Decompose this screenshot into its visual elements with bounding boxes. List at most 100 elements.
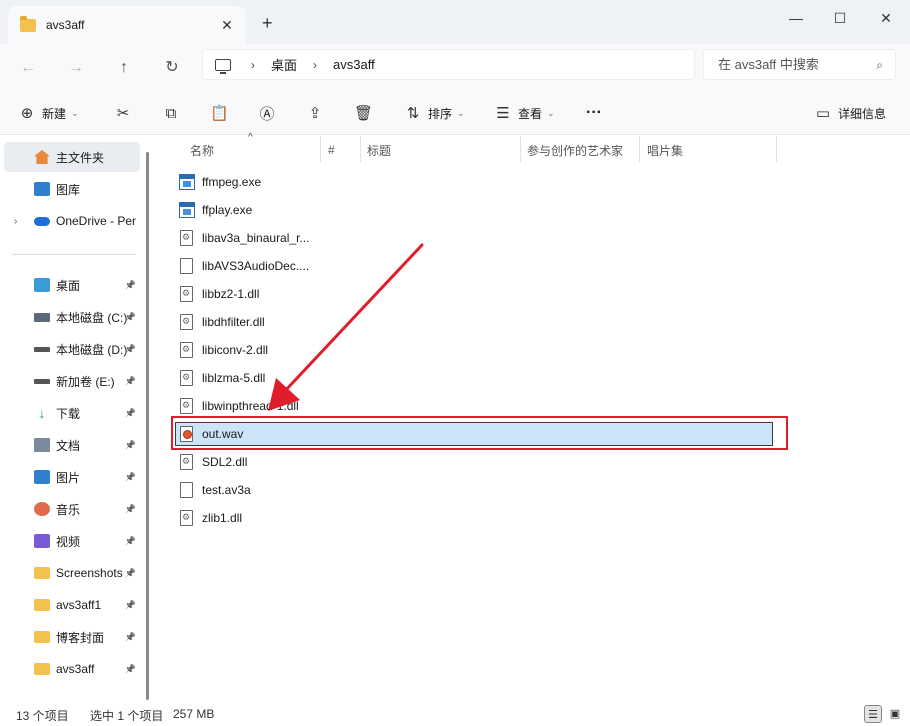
- sort-ascending-icon: ^: [248, 132, 253, 143]
- sidebar-item-label: 本地磁盘 (D:): [56, 342, 128, 357]
- file-name: ffplay.exe: [202, 203, 253, 217]
- file-icon: [180, 258, 193, 274]
- rename-button[interactable]: Ⓐ: [258, 102, 282, 124]
- details-pane-icon: ▭: [815, 105, 831, 122]
- chevron-down-icon: ⌄: [71, 107, 79, 118]
- sidebar-item[interactable]: 本地磁盘 (D:) 📌: [4, 334, 140, 364]
- file-row[interactable]: zlib1.dll: [176, 506, 242, 530]
- sidebar-item[interactable]: avs3aff1 📌: [4, 590, 140, 620]
- cut-button[interactable]: ✂: [114, 102, 138, 124]
- sidebar-item[interactable]: 文档 📌: [4, 430, 140, 460]
- column-divider[interactable]: [320, 136, 321, 162]
- new-button[interactable]: ⊕ 新建 ⌄: [18, 102, 79, 124]
- video-icon: [34, 534, 50, 548]
- sidebar-scrollbar[interactable]: [146, 152, 149, 700]
- column-header-title[interactable]: 标题: [367, 136, 391, 164]
- sidebar-item[interactable]: 主文件夹: [4, 142, 140, 172]
- search-box[interactable]: ⌕: [703, 49, 896, 80]
- column-divider[interactable]: [520, 136, 521, 162]
- breadcrumb[interactable]: › 桌面 › avs3aff: [202, 49, 695, 80]
- sidebar-item[interactable]: 音乐 📌: [4, 494, 140, 524]
- file-name: zlib1.dll: [202, 511, 243, 525]
- paste-button[interactable]: 📋: [210, 102, 234, 124]
- sidebar-item-label: 图库: [56, 182, 81, 197]
- more-button[interactable]: ···: [586, 102, 602, 124]
- sidebar-item-label: 主文件夹: [56, 150, 105, 165]
- delete-button[interactable]: 🗑: [354, 102, 378, 124]
- sidebar-item-label: 桌面: [56, 278, 81, 293]
- file-row[interactable]: libiconv-2.dll: [176, 338, 268, 362]
- file-row[interactable]: liblzma-5.dll: [176, 366, 265, 390]
- file-row[interactable]: libav3a_binaural_r...: [176, 226, 309, 250]
- view-button[interactable]: ☰ 查看 ⌄: [494, 102, 554, 124]
- share-button[interactable]: ⇪: [306, 102, 330, 124]
- sidebar-item[interactable]: › OneDrive - Per: [4, 206, 140, 236]
- breadcrumb-desktop[interactable]: 桌面: [271, 55, 297, 74]
- sidebar-item[interactable]: 图库: [4, 174, 140, 204]
- details-button[interactable]: ▭ 详细信息: [814, 102, 886, 124]
- up-button[interactable]: ↑: [112, 56, 136, 80]
- file-name: libav3a_binaural_r...: [202, 231, 310, 245]
- file-row[interactable]: libbz2-1.dll: [176, 282, 259, 306]
- file-row[interactable]: SDL2.dll: [176, 450, 247, 474]
- sidebar-item[interactable]: 新加卷 (E:) 📌: [4, 366, 140, 396]
- tab-title: avs3aff: [46, 18, 85, 32]
- column-divider[interactable]: [639, 136, 640, 162]
- breadcrumb-avs3aff[interactable]: avs3aff: [333, 57, 375, 72]
- file-row[interactable]: test.av3a: [176, 478, 251, 502]
- view-icon: ☰: [496, 105, 510, 122]
- file-row[interactable]: ffplay.exe: [176, 198, 252, 222]
- folder-icon: [34, 599, 50, 611]
- file-row[interactable]: libwinpthread-1.dll: [176, 394, 299, 418]
- sidebar-item[interactable]: Screenshots 📌: [4, 558, 140, 588]
- new-tab-button[interactable]: +: [262, 14, 273, 32]
- sidebar-item[interactable]: 图片 📌: [4, 462, 140, 492]
- item-count: 13 个项目: [16, 709, 69, 723]
- file-name: test.av3a: [202, 483, 251, 497]
- pin-icon: 📌: [124, 311, 136, 322]
- dll-file-icon: [180, 342, 193, 358]
- search-input[interactable]: [718, 57, 868, 72]
- maximize-button[interactable]: ☐: [828, 8, 852, 28]
- column-header-number[interactable]: #: [328, 136, 335, 164]
- tiles-view-button[interactable]: ▣: [886, 705, 904, 723]
- column-divider[interactable]: [360, 136, 361, 162]
- tab-close-button[interactable]: ✕: [218, 16, 236, 34]
- computer-icon: [215, 58, 231, 74]
- scissors-icon: ✂: [116, 105, 130, 122]
- back-button[interactable]: ←: [16, 56, 40, 80]
- sort-button[interactable]: ⇅ 排序 ⌄: [404, 102, 465, 124]
- sidebar-item[interactable]: 视频 📌: [4, 526, 140, 556]
- file-row[interactable]: ffmpeg.exe: [176, 170, 261, 194]
- column-divider[interactable]: [776, 136, 777, 162]
- file-row[interactable]: libdhfilter.dll: [176, 310, 265, 334]
- sidebar-item[interactable]: 博客封面 📌: [4, 622, 140, 652]
- pin-icon: 📌: [124, 439, 136, 450]
- chevron-right-icon[interactable]: ›: [313, 58, 317, 72]
- minimize-button[interactable]: —: [784, 8, 808, 28]
- refresh-button[interactable]: ↻: [160, 56, 184, 80]
- forward-button[interactable]: →: [64, 56, 88, 80]
- navigation-pane: 主文件夹 图库 › OneDrive - Per 桌面 📌 本地磁盘 (C:) 📌 本地磁盘 (…: [0, 136, 144, 702]
- copy-button[interactable]: ⧉: [162, 102, 186, 124]
- rename-icon: Ⓐ: [259, 105, 275, 123]
- sidebar-item[interactable]: ↓ 下载 📌: [4, 398, 140, 428]
- file-row[interactable]: libAVS3AudioDec....: [176, 254, 309, 278]
- chevron-right-icon[interactable]: ›: [251, 58, 255, 72]
- pin-icon: 📌: [124, 599, 136, 610]
- sidebar-item-label: 本地磁盘 (C:): [56, 310, 128, 325]
- column-header-album[interactable]: 唱片集: [647, 136, 683, 164]
- close-button[interactable]: ✕: [874, 8, 898, 28]
- desktop-icon: [34, 278, 50, 292]
- file-name: liblzma-5.dll: [202, 371, 266, 385]
- download-icon: ↓: [38, 405, 46, 421]
- column-header-artist[interactable]: 参与创作的艺术家: [527, 136, 623, 164]
- tab-avs3aff[interactable]: avs3aff ✕: [8, 6, 246, 44]
- sidebar-item[interactable]: 本地磁盘 (C:) 📌: [4, 302, 140, 332]
- column-header-name[interactable]: 名称: [190, 136, 214, 164]
- chevron-right-icon[interactable]: ›: [14, 216, 17, 227]
- sidebar-item[interactable]: avs3aff 📌: [4, 654, 140, 684]
- details-view-button[interactable]: ☰: [864, 705, 882, 723]
- new-label: 新建: [42, 106, 67, 121]
- sidebar-item[interactable]: 桌面 📌: [4, 270, 140, 300]
